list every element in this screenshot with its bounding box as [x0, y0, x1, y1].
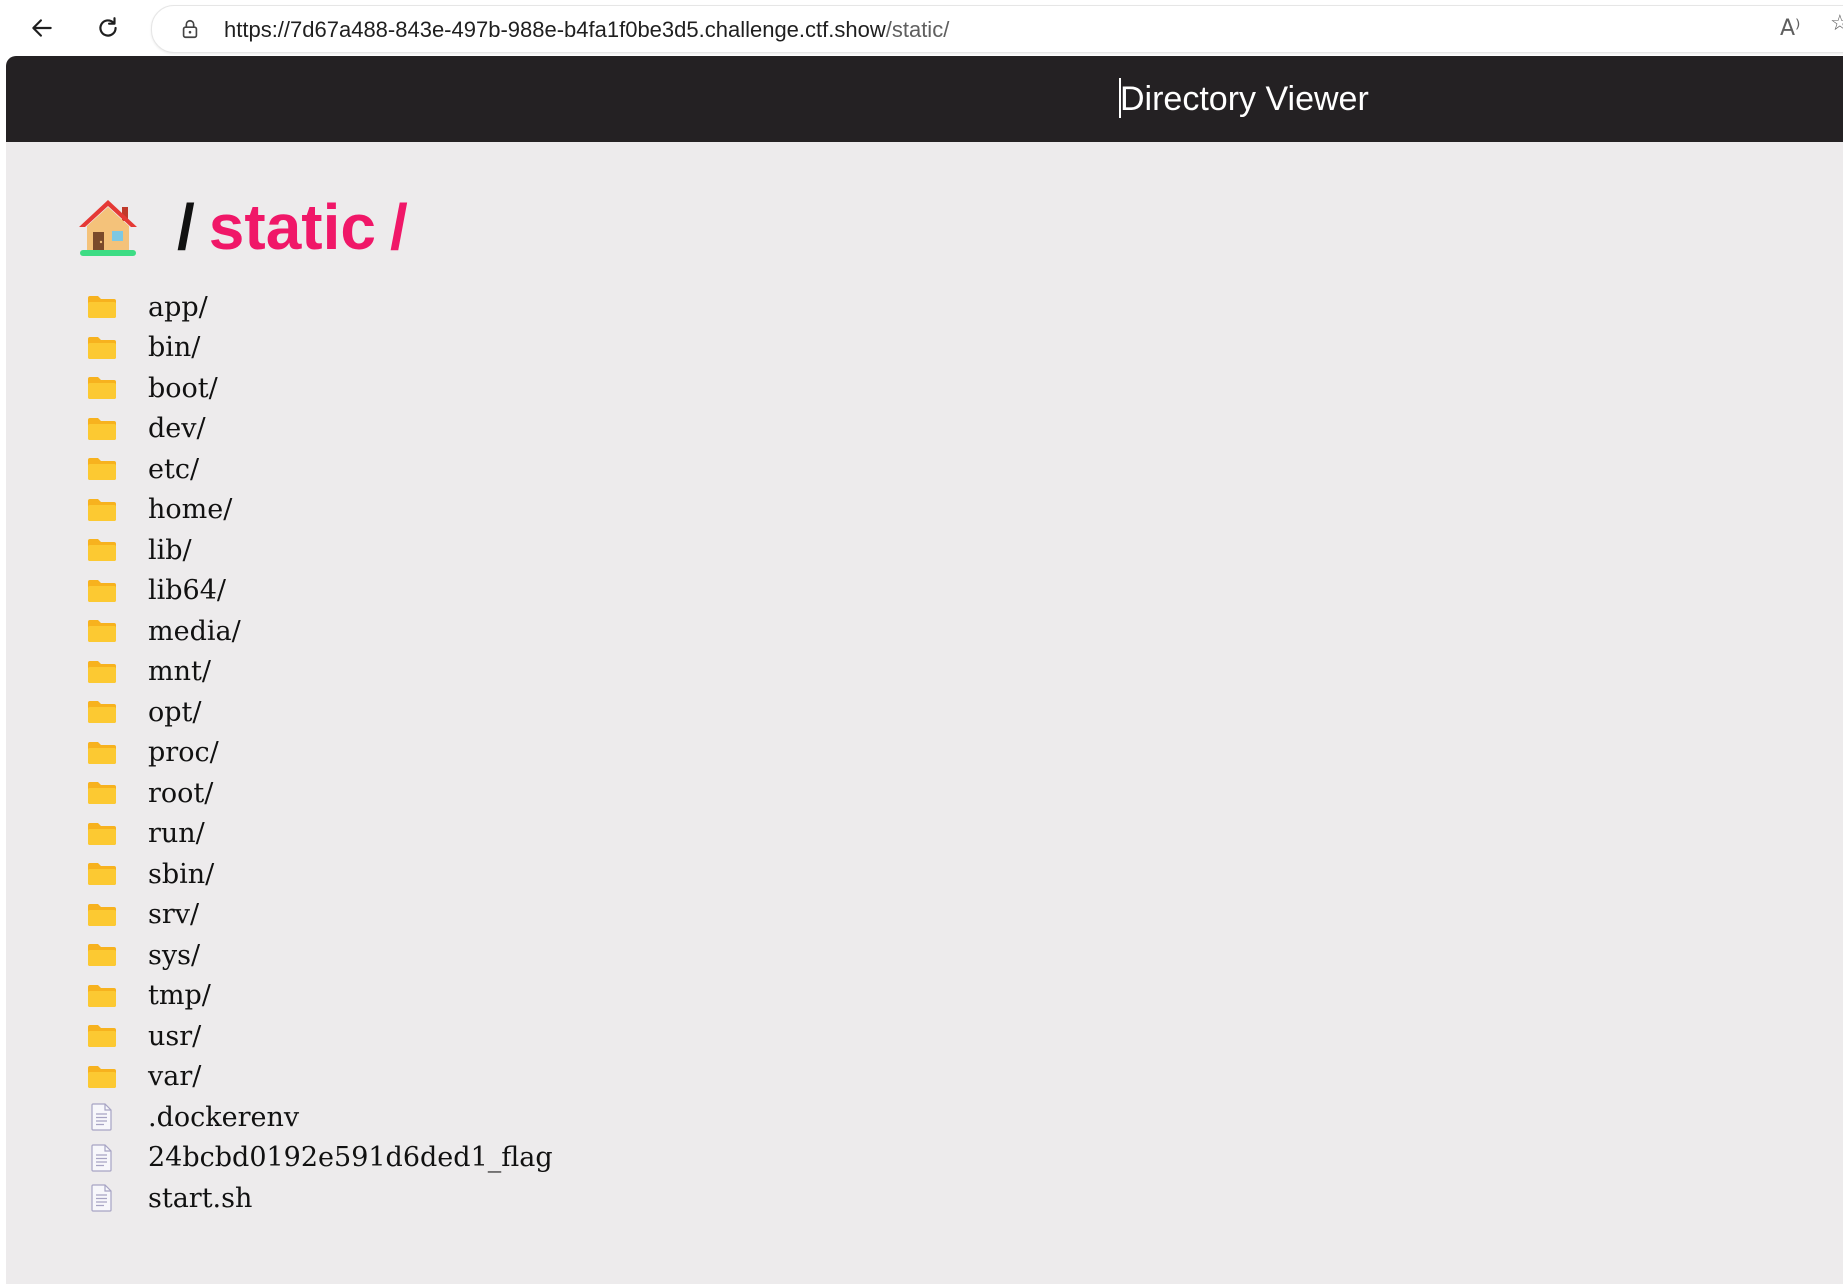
entry-name[interactable]: bin/	[148, 332, 200, 363]
folder-icon	[86, 657, 118, 687]
entry-name[interactable]: boot/	[148, 373, 218, 404]
file-entry[interactable]: start.sh	[86, 1178, 553, 1219]
breadcrumb: / static /	[76, 187, 408, 267]
folder-entry[interactable]: dev/	[86, 409, 553, 450]
folder-icon	[86, 738, 118, 768]
favorite-star-icon[interactable]: ☆	[1830, 10, 1843, 36]
reload-icon[interactable]	[90, 10, 126, 46]
file-icon	[86, 1102, 118, 1132]
back-arrow-icon[interactable]	[24, 10, 60, 46]
url-text[interactable]: https://7d67a488-843e-497b-988e-b4fa1f0b…	[224, 17, 949, 43]
folder-entry[interactable]: proc/	[86, 733, 553, 774]
folder-icon	[86, 819, 118, 849]
folder-icon	[86, 292, 118, 322]
folder-entry[interactable]: srv/	[86, 895, 553, 936]
entry-name[interactable]: start.sh	[148, 1183, 252, 1214]
folder-entry[interactable]: opt/	[86, 692, 553, 733]
entry-name[interactable]: app/	[148, 292, 208, 323]
entry-name[interactable]: sbin/	[148, 859, 214, 890]
entry-name[interactable]: sys/	[148, 940, 200, 971]
folder-icon	[86, 900, 118, 930]
house-emoji-icon[interactable]	[76, 195, 140, 259]
folder-entry[interactable]: app/	[86, 287, 553, 328]
entry-name[interactable]: srv/	[148, 899, 199, 930]
breadcrumb-current-dir[interactable]: static	[209, 190, 376, 264]
folder-icon	[86, 697, 118, 727]
folder-entry[interactable]: root/	[86, 773, 553, 814]
browser-toolbar: https://7d67a488-843e-497b-988e-b4fa1f0b…	[0, 0, 1843, 56]
entry-name[interactable]: tmp/	[148, 980, 211, 1011]
folder-icon	[86, 333, 118, 363]
folder-entry[interactable]: lib64/	[86, 571, 553, 612]
folder-icon	[86, 940, 118, 970]
folder-entry[interactable]: run/	[86, 814, 553, 855]
entry-name[interactable]: .dockerenv	[148, 1102, 299, 1133]
file-list: app/bin/boot/dev/etc/home/lib/lib64/medi…	[86, 287, 553, 1219]
folder-icon	[86, 981, 118, 1011]
folder-icon	[86, 778, 118, 808]
entry-name[interactable]: run/	[148, 818, 205, 849]
entry-name[interactable]: home/	[148, 494, 232, 525]
folder-icon	[86, 495, 118, 525]
folder-entry[interactable]: lib/	[86, 530, 553, 571]
folder-entry[interactable]: tmp/	[86, 976, 553, 1017]
folder-entry[interactable]: sbin/	[86, 854, 553, 895]
folder-entry[interactable]: media/	[86, 611, 553, 652]
folder-entry[interactable]: mnt/	[86, 652, 553, 693]
folder-icon	[86, 616, 118, 646]
entry-name[interactable]: etc/	[148, 454, 199, 485]
folder-icon	[86, 454, 118, 484]
folder-icon	[86, 859, 118, 889]
entry-name[interactable]: usr/	[148, 1021, 201, 1052]
page-viewport: Directory Viewer / static / app/bin/boot…	[6, 56, 1843, 1284]
entry-name[interactable]: opt/	[148, 697, 202, 728]
entry-name[interactable]: root/	[148, 778, 213, 809]
folder-icon	[86, 373, 118, 403]
folder-icon	[86, 1062, 118, 1092]
folder-entry[interactable]: bin/	[86, 328, 553, 369]
file-entry[interactable]: .dockerenv	[86, 1097, 553, 1138]
entry-name[interactable]: lib64/	[148, 575, 226, 606]
entry-name[interactable]: proc/	[148, 737, 219, 768]
folder-entry[interactable]: boot/	[86, 368, 553, 409]
folder-entry[interactable]: var/	[86, 1057, 553, 1098]
entry-name[interactable]: var/	[148, 1061, 201, 1092]
folder-entry[interactable]: home/	[86, 490, 553, 531]
entry-name[interactable]: media/	[148, 616, 241, 647]
entry-name[interactable]: mnt/	[148, 656, 211, 687]
entry-name[interactable]: lib/	[148, 535, 192, 566]
app-header: Directory Viewer	[6, 56, 1843, 142]
breadcrumb-separator: /	[177, 191, 195, 263]
breadcrumb-trailing-slash: /	[389, 191, 408, 263]
file-icon	[86, 1143, 118, 1173]
file-icon	[86, 1183, 118, 1213]
file-entry[interactable]: 24bcbd0192e591d6ded1_flag	[86, 1138, 553, 1179]
url-host: https://7d67a488-843e-497b-988e-b4fa1f0b…	[224, 17, 886, 42]
app-title: Directory Viewer	[1120, 80, 1369, 118]
entry-name[interactable]: dev/	[148, 413, 206, 444]
read-aloud-icon[interactable]: A⁾	[1780, 16, 1800, 41]
lock-icon[interactable]	[179, 18, 201, 40]
entry-name[interactable]: 24bcbd0192e591d6ded1_flag	[148, 1142, 553, 1173]
folder-icon	[86, 414, 118, 444]
url-path: /static/	[885, 17, 950, 42]
folder-entry[interactable]: sys/	[86, 935, 553, 976]
folder-entry[interactable]: etc/	[86, 449, 553, 490]
folder-icon	[86, 1021, 118, 1051]
folder-icon	[86, 535, 118, 565]
folder-icon	[86, 576, 118, 606]
folder-entry[interactable]: usr/	[86, 1016, 553, 1057]
address-bar[interactable]: https://7d67a488-843e-497b-988e-b4fa1f0b…	[151, 5, 1843, 53]
